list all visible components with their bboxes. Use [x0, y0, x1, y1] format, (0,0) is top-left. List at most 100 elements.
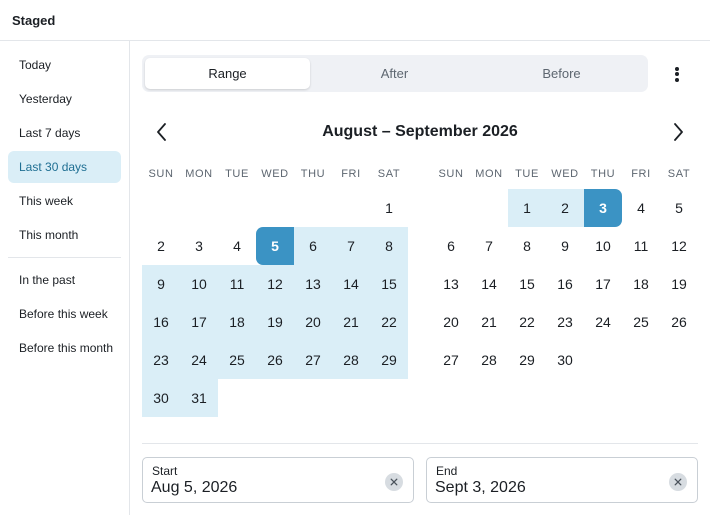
calendar-day[interactable]: 30: [546, 341, 584, 379]
calendar-day[interactable]: 25: [218, 341, 256, 379]
calendar-day[interactable]: 6: [294, 227, 332, 265]
calendar-day[interactable]: 2: [546, 189, 584, 227]
calendar-day[interactable]: 9: [142, 265, 180, 303]
chevron-right-icon: [674, 123, 683, 141]
calendar-day[interactable]: 16: [546, 265, 584, 303]
footer-divider: [142, 443, 698, 444]
preset-this-week[interactable]: This week: [8, 185, 121, 217]
calendar-day[interactable]: 19: [660, 265, 698, 303]
weekday-header: WED: [261, 168, 289, 180]
preset-before-this-month[interactable]: Before this month: [8, 332, 121, 364]
calendar-day[interactable]: 6: [432, 227, 470, 265]
calendar-day[interactable]: 25: [622, 303, 660, 341]
calendar-day[interactable]: 5: [660, 189, 698, 227]
tab-after[interactable]: After: [312, 58, 477, 89]
calendar-day[interactable]: 3: [584, 189, 622, 227]
calendar-day[interactable]: 15: [370, 265, 408, 303]
calendar-day[interactable]: 12: [256, 265, 294, 303]
calendar-day[interactable]: 13: [432, 265, 470, 303]
calendar-day[interactable]: 22: [370, 303, 408, 341]
preset-in-the-past[interactable]: In the past: [8, 264, 121, 296]
calendar-day[interactable]: 7: [332, 227, 370, 265]
calendar-day[interactable]: 2: [142, 227, 180, 265]
preset-before-this-week[interactable]: Before this week: [8, 298, 121, 330]
calendar-day[interactable]: 7: [470, 227, 508, 265]
calendar-day[interactable]: 19: [256, 303, 294, 341]
calendar-day[interactable]: 29: [508, 341, 546, 379]
weekday-header: SAT: [377, 168, 401, 180]
calendar-day[interactable]: 28: [470, 341, 508, 379]
sidebar-divider: [8, 257, 121, 258]
calendar-day[interactable]: 30: [142, 379, 180, 417]
weekday-header: SUN: [148, 168, 174, 180]
start-date-label: Start: [152, 464, 178, 478]
calendar-day[interactable]: 31: [180, 379, 218, 417]
weekday-header: FRI: [631, 168, 651, 180]
calendar-day[interactable]: 26: [660, 303, 698, 341]
calendar-day[interactable]: 20: [294, 303, 332, 341]
calendar-day[interactable]: 21: [470, 303, 508, 341]
start-date-input[interactable]: [151, 479, 371, 497]
calendar-day[interactable]: 3: [180, 227, 218, 265]
preset-last-7-days[interactable]: Last 7 days: [8, 117, 121, 149]
calendar-day[interactable]: 10: [584, 227, 622, 265]
calendar-day[interactable]: 8: [370, 227, 408, 265]
prev-month-button[interactable]: [150, 119, 174, 145]
calendar-day[interactable]: 1: [508, 189, 546, 227]
preset-this-month[interactable]: This month: [8, 219, 121, 251]
calendar-day[interactable]: 18: [218, 303, 256, 341]
clear-start-button[interactable]: [385, 473, 403, 491]
calendar-day[interactable]: 4: [622, 189, 660, 227]
calendar-day[interactable]: 8: [508, 227, 546, 265]
preset-today[interactable]: Today: [8, 49, 121, 81]
next-month-button[interactable]: [666, 119, 690, 145]
calendar-day[interactable]: 17: [180, 303, 218, 341]
calendar-day[interactable]: 27: [294, 341, 332, 379]
preset-last-30-days[interactable]: Last 30 days: [8, 151, 121, 183]
calendar-day[interactable]: 14: [332, 265, 370, 303]
calendar-day[interactable]: 24: [584, 303, 622, 341]
calendar-day[interactable]: 24: [180, 341, 218, 379]
mode-segmented-control: Range After Before: [142, 55, 648, 92]
calendar-day[interactable]: 28: [332, 341, 370, 379]
calendar-day[interactable]: 14: [470, 265, 508, 303]
calendar-day[interactable]: 5: [256, 227, 294, 265]
calendar-day[interactable]: 13: [294, 265, 332, 303]
calendar-day[interactable]: 17: [584, 265, 622, 303]
tab-range[interactable]: Range: [145, 58, 310, 89]
calendar-day[interactable]: 22: [508, 303, 546, 341]
page-title: Staged: [12, 13, 56, 28]
calendar-day[interactable]: 20: [432, 303, 470, 341]
start-date-field: Start: [142, 457, 414, 503]
calendar-day[interactable]: 10: [180, 265, 218, 303]
calendar-day[interactable]: 9: [546, 227, 584, 265]
calendar-day[interactable]: 23: [142, 341, 180, 379]
end-date-input[interactable]: [435, 479, 655, 497]
calendar-day[interactable]: 26: [256, 341, 294, 379]
tab-before[interactable]: Before: [479, 58, 644, 89]
preset-yesterday[interactable]: Yesterday: [8, 83, 121, 115]
more-vertical-icon: [675, 67, 679, 71]
weekday-header: THU: [300, 168, 326, 180]
end-date-label: End: [436, 464, 458, 478]
weekday-header: MON: [475, 168, 503, 180]
calendar-day[interactable]: 18: [622, 265, 660, 303]
calendar-day[interactable]: 27: [432, 341, 470, 379]
calendar-day[interactable]: 21: [332, 303, 370, 341]
weekday-header: SUN: [438, 168, 464, 180]
clear-end-button[interactable]: [669, 473, 687, 491]
calendar-day[interactable]: 1: [370, 189, 408, 227]
calendar-day[interactable]: 23: [546, 303, 584, 341]
weekday-header: MON: [185, 168, 213, 180]
calendar-day[interactable]: 4: [218, 227, 256, 265]
calendar-day[interactable]: 12: [660, 227, 698, 265]
calendar-day[interactable]: 11: [218, 265, 256, 303]
calendar-day[interactable]: 29: [370, 341, 408, 379]
calendar-day[interactable]: 11: [622, 227, 660, 265]
weekday-header: THU: [590, 168, 616, 180]
preset-sidebar: Today Yesterday Last 7 days Last 30 days…: [0, 41, 130, 515]
calendar-day[interactable]: 15: [508, 265, 546, 303]
calendar-day[interactable]: 16: [142, 303, 180, 341]
clear-icon: [390, 478, 398, 486]
more-options-button[interactable]: [665, 61, 689, 87]
